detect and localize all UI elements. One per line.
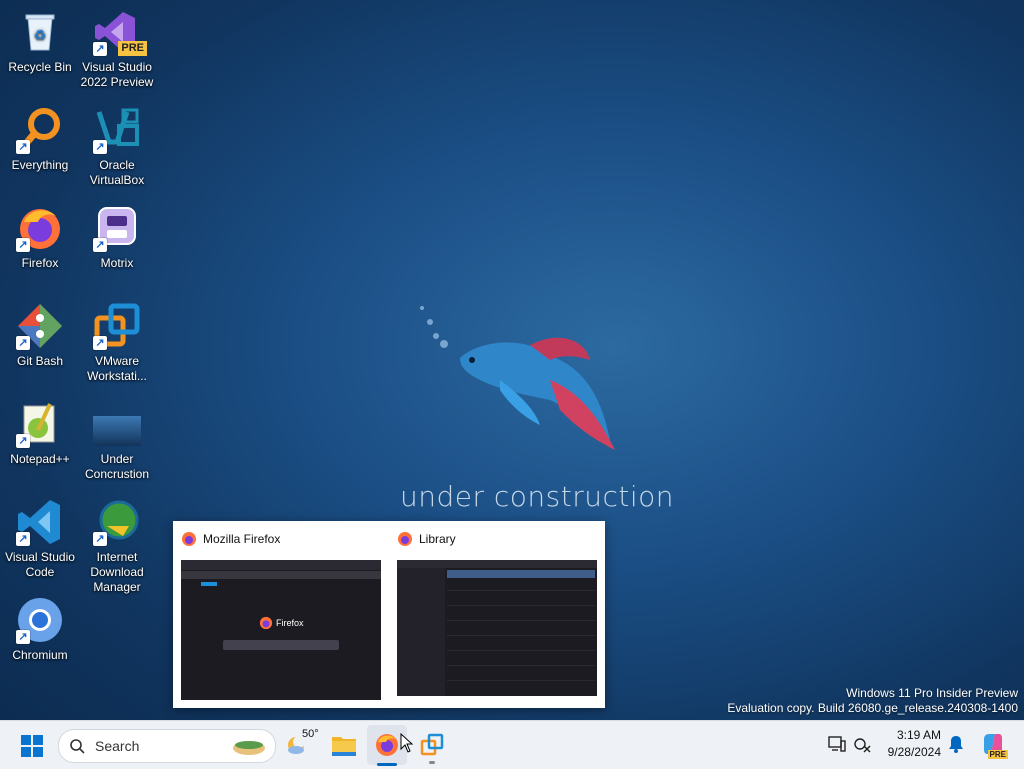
icon-label: Everything [11, 158, 69, 172]
thumb-brand-label: Firefox [276, 618, 304, 628]
everything-search-icon: ↗ [16, 106, 64, 154]
preview-thumbnail: Firefox [181, 560, 381, 700]
icon-label: Recycle Bin [8, 60, 72, 74]
wallpaper-caption: under construction [400, 480, 675, 513]
shortcut-arrow-icon: ↗ [93, 140, 107, 154]
shortcut-arrow-icon: ↗ [16, 336, 30, 350]
desktop-icon-notepadpp[interactable]: ↗ Notepad++ [0, 400, 80, 467]
watermark-line-2: Evaluation copy. Build 26080.ge_release.… [727, 701, 1018, 715]
desktop-icon-virtualbox[interactable]: ↗ Oracle VirtualBox [77, 106, 157, 188]
icon-label: Motrix [100, 256, 134, 270]
desktop-icon-everything[interactable]: ↗ Everything [0, 106, 80, 173]
icon-label: Under Concrustion [84, 452, 150, 481]
shortcut-arrow-icon: ↗ [16, 630, 30, 644]
firefox-icon [259, 616, 273, 630]
watermark-line-1: Windows 11 Pro Insider Preview [846, 686, 1018, 700]
desktop-icon-vscode[interactable]: ↗ Visual Studio Code [0, 498, 80, 580]
search-highlight-bowl-icon [233, 741, 265, 755]
desktop-icon-idm[interactable]: ↗ Internet Download Manager [77, 498, 157, 595]
running-indicator [429, 761, 435, 764]
icon-label: Notepad++ [10, 452, 70, 466]
thumb-tabbar [181, 560, 381, 570]
desktop-icon-motrix[interactable]: ↗ Motrix [77, 204, 157, 271]
thumb-search-bar [223, 640, 339, 650]
icon-label: Git Bash [16, 354, 64, 368]
git-bash-icon: ↗ [16, 302, 64, 350]
shortcut-arrow-icon: ↗ [16, 434, 30, 448]
evaluation-watermark: Windows 11 Pro Insider Preview Evaluatio… [727, 686, 1018, 716]
shortcut-arrow-icon: ↗ [16, 140, 30, 154]
weather-temp: 50° [302, 728, 319, 740]
visual-studio-preview-icon: ↗ PRE [93, 8, 147, 56]
desktop-icon-under-concrustion[interactable]: Under Concrustion [77, 400, 157, 482]
preview-title: Mozilla Firefox [203, 532, 281, 546]
preview-thumbnail [397, 560, 597, 696]
idm-icon: ↗ [93, 498, 141, 546]
firefox-icon [398, 532, 412, 546]
thumb-toolbar [181, 571, 381, 579]
vmware-icon: ↗ [93, 302, 141, 350]
icon-label: Oracle VirtualBox [89, 158, 145, 187]
icon-label: Firefox [21, 256, 59, 270]
taskbar-file-explorer[interactable] [324, 725, 364, 765]
firefox-icon [376, 734, 398, 756]
notepadpp-icon: ↗ [16, 400, 64, 448]
notification-bell-icon[interactable] [948, 735, 964, 753]
search-placeholder: Search [95, 738, 140, 754]
folder-icon [332, 737, 356, 756]
vscode-icon: ↗ [16, 498, 64, 546]
preview-card-firefox[interactable]: Mozilla Firefox Firefox [173, 521, 389, 708]
preview-card-library[interactable]: Library [389, 521, 605, 708]
shortcut-arrow-icon: ↗ [16, 238, 30, 252]
windows-logo-icon [21, 735, 43, 757]
clock[interactable]: 3:19 AM 9/28/2024 [888, 727, 941, 761]
shortcut-arrow-icon: ↗ [93, 42, 107, 56]
svg-text:♻: ♻ [34, 27, 47, 43]
taskbar-vmware[interactable] [412, 725, 452, 765]
start-button[interactable] [12, 725, 52, 765]
thumb-download-list [447, 582, 595, 692]
desktop-icon-git-bash[interactable]: ↗ Git Bash [0, 302, 80, 369]
copilot-badge: PRE [987, 750, 1008, 759]
firefox-icon [182, 532, 196, 546]
clock-date: 9/28/2024 [887, 745, 941, 759]
motrix-icon: ↗ [93, 204, 141, 252]
desktop-icon-chromium[interactable]: ↗ Chromium [0, 596, 80, 663]
taskbar: Search 50° 3:19 AM 9/28/2024 PRE [0, 720, 1024, 769]
thumb-sidebar [397, 568, 445, 696]
taskbar-preview-popup: Mozilla Firefox Firefox Library [173, 521, 605, 708]
firefox-icon: ↗ [16, 204, 64, 252]
clock-time: 3:19 AM [896, 728, 941, 742]
preview-title: Library [419, 532, 456, 546]
icon-label: Internet Download Manager [90, 550, 144, 594]
wallpaper-fish [420, 306, 615, 450]
network-disconnected-icon[interactable] [853, 735, 871, 753]
vmware-icon [420, 733, 444, 756]
active-indicator [377, 763, 397, 766]
desktop-icon-visual-studio-preview[interactable]: ↗ PRE Visual Studio 2022 Preview [77, 8, 157, 90]
taskbar-search[interactable]: Search [58, 729, 276, 763]
icon-label: Chromium [12, 648, 68, 662]
chromium-icon: ↗ [16, 596, 64, 644]
thumb-firefox-brand: Firefox [259, 616, 304, 630]
shortcut-arrow-icon: ↗ [93, 336, 107, 350]
folder-image-icon [93, 400, 141, 448]
desktop-icon-vmware[interactable]: ↗ VMware Workstati... [77, 302, 157, 384]
weather-widget[interactable]: 50° [284, 725, 320, 765]
search-icon [70, 739, 85, 754]
virtualbox-icon: ↗ [93, 106, 141, 154]
shortcut-arrow-icon: ↗ [16, 532, 30, 546]
device-icon[interactable] [828, 735, 846, 753]
icon-label: Visual Studio 2022 Preview [80, 60, 154, 89]
preview-badge: PRE [118, 41, 147, 56]
shortcut-arrow-icon: ↗ [93, 238, 107, 252]
shortcut-arrow-icon: ↗ [93, 532, 107, 546]
recycle-bin-icon: ♻ [16, 8, 64, 56]
desktop-icon-firefox[interactable]: ↗ Firefox [0, 204, 80, 271]
desktop-icon-recycle-bin[interactable]: ♻ Recycle Bin [0, 8, 80, 75]
copilot-button[interactable]: PRE [980, 731, 1008, 759]
icon-label: Visual Studio Code [5, 550, 75, 579]
icon-label: VMware Workstati... [87, 354, 147, 383]
